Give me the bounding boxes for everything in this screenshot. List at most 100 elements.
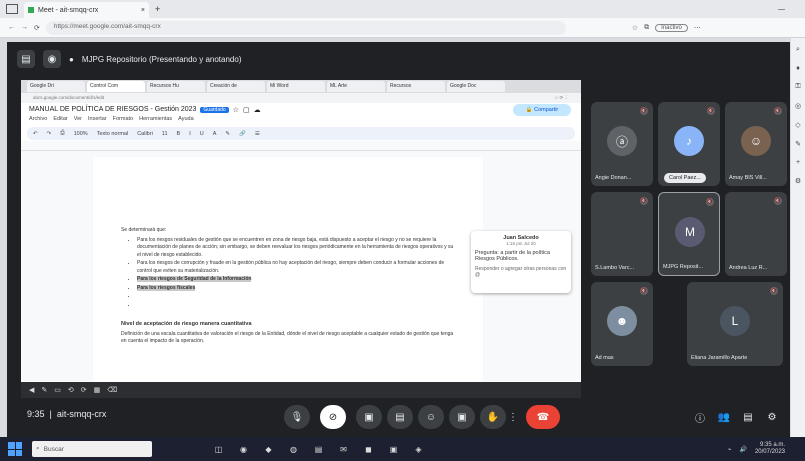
move-icon[interactable]: ▢ (243, 106, 250, 114)
participant-tile[interactable]: 🔇 S.Lambo Varc... (591, 192, 653, 276)
participant-tile[interactable]: ☻ 🔇 Ad mas (591, 282, 653, 366)
reload-icon[interactable]: ⟳ (34, 24, 40, 32)
taskbar-app-icon[interactable]: ▤ (312, 443, 325, 456)
extensions-icon[interactable]: ⧉ (644, 24, 649, 32)
doc-browser-actions: ☆ ⟳ ⋮ (554, 95, 569, 100)
doc-toolbar-button[interactable]: Texto normal (97, 131, 129, 137)
sidebar-tool-icon[interactable]: ♦ (796, 65, 800, 72)
sidebar-tool-icon[interactable]: ⚙ (795, 177, 801, 185)
end-call-button[interactable]: ☎ (526, 405, 560, 429)
people-button[interactable]: 👥 (714, 407, 734, 427)
taskbar-clock[interactable]: 9:35 a.m. 20/07/2023 (755, 442, 785, 456)
sidebar-tool-icon[interactable]: ◇ (795, 121, 800, 129)
annotation-tool-button[interactable]: ▦ (94, 386, 101, 394)
microphone-button[interactable]: 🎙 (284, 405, 310, 429)
taskbar-app-icon[interactable]: ◍ (287, 443, 300, 456)
url-field[interactable]: https://meet.google.com/ait-smqq-crx (45, 20, 566, 35)
raise-hand-button[interactable]: ✋ (480, 405, 506, 429)
chat-button[interactable]: ▤ (738, 407, 758, 427)
comment-card[interactable]: Juan Salcedo 1:15 pm Jul 20 Pregunta: a … (471, 231, 571, 293)
network-icon[interactable]: ⌁ (728, 446, 732, 453)
doc-browser-tab[interactable]: Google Dri (27, 81, 85, 92)
star-icon[interactable]: ☆ (233, 106, 239, 114)
doc-browser-tab[interactable]: Mi Word (267, 81, 325, 92)
doc-toolbar-button[interactable]: ☰ (255, 131, 260, 137)
meeting-info-button[interactable]: ⓘ (690, 407, 710, 427)
taskbar-app-icon[interactable]: ✉ (337, 443, 350, 456)
sidebar-tool-icon[interactable]: ⚿ (795, 83, 800, 91)
start-button[interactable] (8, 442, 22, 456)
doc-toolbar-button[interactable]: U (200, 131, 204, 137)
doc-browser-tab[interactable]: Recursos (387, 81, 445, 92)
doc-menu-item[interactable]: Archivo (29, 116, 47, 126)
doc-menu-item[interactable]: Editar (53, 116, 67, 126)
camera-off-button[interactable]: ⊘ (320, 405, 346, 429)
activities-button[interactable]: ⚙ (762, 407, 782, 427)
share-button[interactable]: 🔒 Compartir (513, 104, 571, 116)
taskbar-app-icon[interactable]: ◈ (412, 443, 425, 456)
doc-toolbar-button[interactable]: Calibri (137, 131, 153, 137)
annotation-tool-button[interactable]: ◀ (29, 386, 34, 394)
annotation-tool-button[interactable]: ▭ (54, 386, 61, 394)
present-button[interactable]: ▣ (356, 405, 382, 429)
doc-menu-item[interactable]: Formato (113, 116, 133, 126)
doc-menu-item[interactable]: Ver (74, 116, 82, 126)
doc-toolbar-button[interactable]: ⎙ (60, 130, 64, 137)
participant-tile[interactable]: ⓐ 🔇 Angie Donan... (591, 102, 653, 186)
participant-tile[interactable]: ☺ 🔇 Amay BIS Vill... (725, 102, 787, 186)
doc-toolbar-button[interactable]: ↷ (47, 131, 52, 137)
doc-browser-tab[interactable]: Google Doc (447, 81, 505, 92)
sidebar-tool-icon[interactable]: + (796, 159, 800, 166)
taskbar-app-icon[interactable]: ◉ (237, 443, 250, 456)
taskbar-search[interactable]: ⌕ Buscar (32, 441, 152, 457)
emoji-button[interactable]: ☺ (418, 405, 444, 429)
doc-toolbar-button[interactable]: ↶ (33, 131, 38, 137)
doc-browser-tab[interactable]: Recursos Hu (147, 81, 205, 92)
profile-button[interactable]: Inactivo (655, 23, 688, 32)
taskbar-app-icon[interactable]: ▣ (387, 443, 400, 456)
participant-tile[interactable]: M 🔇 MJPG Reposit... (658, 192, 720, 276)
favorites-icon[interactable]: ☆ (632, 24, 638, 32)
annotation-tool-button[interactable]: ⌫ (107, 386, 117, 394)
window-menu-icon[interactable] (6, 4, 18, 14)
taskbar-app-icon[interactable]: ◼ (362, 443, 375, 456)
annotation-tool-button[interactable]: ⟳ (81, 386, 87, 394)
captions-button[interactable]: ▤ (387, 405, 413, 429)
doc-menu-item[interactable]: Herramientas (139, 116, 172, 126)
doc-toolbar-button[interactable]: I (189, 131, 191, 137)
sidebar-tool-icon[interactable]: ⌕ (796, 46, 800, 54)
sidebar-tool-icon[interactable]: ✎ (795, 140, 801, 148)
annotation-tool-button[interactable]: ⟲ (68, 386, 74, 394)
taskbar-app-icon[interactable]: ◫ (212, 443, 225, 456)
doc-toolbar-button[interactable]: A (213, 131, 217, 137)
doc-browser-tab[interactable]: Control Com (87, 81, 145, 92)
back-icon[interactable]: ← (8, 24, 15, 31)
participant-tile[interactable]: ♪ 🔇 Carol Paez... (658, 102, 720, 186)
doc-toolbar-button[interactable]: 100% (74, 131, 88, 137)
taskbar-app-icon[interactable]: ◆ (262, 443, 275, 456)
participant-tile[interactable]: 🔇 Andrea Luz R... (725, 192, 787, 276)
doc-menu-item[interactable]: Ayuda (178, 116, 194, 126)
participant-tile[interactable]: L 🔇 Eliana Jaramillo Aparte (687, 282, 783, 366)
doc-title[interactable]: MANUAL DE POLÍTICA DE RIESGOS - Gestión … (29, 106, 196, 113)
minimize-button[interactable]: — (778, 6, 785, 13)
doc-browser-tab[interactable]: ML Arte (327, 81, 385, 92)
comment-reply-field[interactable]: Responder o agregar otras personas con @ (475, 266, 567, 278)
more-options-button[interactable]: ⋮ (506, 405, 520, 429)
doc-browser-tab[interactable]: Creación de (207, 81, 265, 92)
new-tab-button[interactable]: + (155, 4, 160, 14)
doc-menu-item[interactable]: Insertar (88, 116, 107, 126)
doc-toolbar-button[interactable]: ✎ (225, 131, 230, 137)
sidebar-tool-icon[interactable]: ◎ (795, 102, 801, 110)
doc-toolbar-button[interactable]: 🔗 (239, 131, 246, 137)
doc-toolbar-button[interactable]: 11 (162, 131, 168, 137)
meet-menu-icon[interactable]: ▤ (17, 50, 35, 68)
annotation-tool-button[interactable]: ✎ (41, 386, 47, 394)
close-tab-icon[interactable]: × (141, 7, 145, 14)
doc-toolbar-button[interactable]: B (177, 131, 181, 137)
forward-icon[interactable]: → (21, 24, 28, 31)
share-screen-button[interactable]: ▣ (449, 405, 475, 429)
browser-tab[interactable]: Meet - ait-smqq-crx × (24, 2, 149, 18)
more-icon[interactable]: ⋯ (694, 24, 701, 32)
volume-icon[interactable]: 🔊 (739, 446, 746, 453)
